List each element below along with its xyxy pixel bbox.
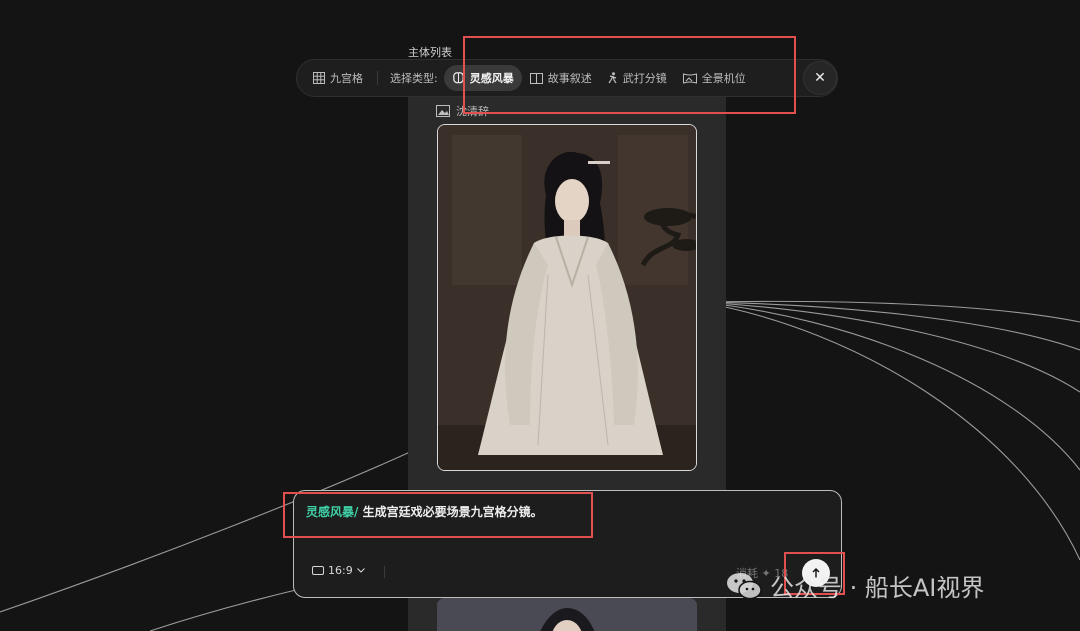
aspect-ratio-value: 16:9 bbox=[328, 564, 353, 577]
type-option-label: 故事叙述 bbox=[547, 72, 592, 85]
type-option-action[interactable]: 武打分镜 bbox=[600, 65, 675, 91]
character-image-card[interactable] bbox=[437, 124, 697, 471]
aspect-ratio-dropdown[interactable]: 16:9 bbox=[312, 564, 365, 577]
character-portrait bbox=[438, 125, 696, 470]
type-option-label: 武打分镜 bbox=[622, 72, 667, 85]
second-portrait bbox=[437, 598, 697, 631]
watermark-text: 公众号 · 船长AI视界 bbox=[770, 574, 985, 602]
toolbar-divider bbox=[377, 71, 378, 85]
grid-button[interactable]: 九宫格 bbox=[305, 65, 371, 91]
prompt-type-tag: 灵感风暴/ bbox=[306, 505, 359, 519]
figure-icon bbox=[608, 72, 617, 84]
aspect-ratio-icon bbox=[312, 566, 324, 575]
image-icon bbox=[436, 105, 450, 117]
node-toolbar: 九宫格 选择类型: 灵感风暴 故事叙述 武打分镜 全景机位 bbox=[296, 59, 838, 97]
type-option-panorama[interactable]: 全景机位 bbox=[675, 65, 754, 91]
composer-divider bbox=[384, 566, 385, 578]
type-option-inspiration[interactable]: 灵感风暴 bbox=[443, 65, 522, 91]
subject-list-title: 主体列表 bbox=[408, 46, 452, 59]
select-type-label: 选择类型: bbox=[390, 72, 438, 85]
type-option-label: 灵感风暴 bbox=[469, 72, 514, 85]
panorama-icon bbox=[682, 72, 697, 84]
book-icon bbox=[529, 72, 543, 84]
chevron-down-icon bbox=[356, 568, 365, 573]
wechat-icon bbox=[727, 572, 762, 599]
second-image-card[interactable] bbox=[437, 598, 697, 631]
type-option-label: 全景机位 bbox=[701, 72, 746, 85]
close-icon[interactable]: ✕ bbox=[803, 61, 837, 95]
grid-icon bbox=[313, 72, 325, 84]
prompt-text: 生成宫廷戏必要场景九宫格分镜。 bbox=[362, 505, 543, 519]
type-option-story[interactable]: 故事叙述 bbox=[522, 65, 600, 91]
image-node-title: 沈清辞 bbox=[456, 105, 489, 118]
watermark: 公众号 · 船长AI视界 bbox=[726, 568, 984, 603]
prompt-input[interactable]: 灵感风暴/ 生成宫廷戏必要场景九宫格分镜。 bbox=[306, 503, 543, 520]
image-node-header: 沈清辞 bbox=[436, 103, 489, 119]
grid-label: 九宫格 bbox=[330, 72, 363, 85]
brain-icon bbox=[452, 72, 464, 84]
